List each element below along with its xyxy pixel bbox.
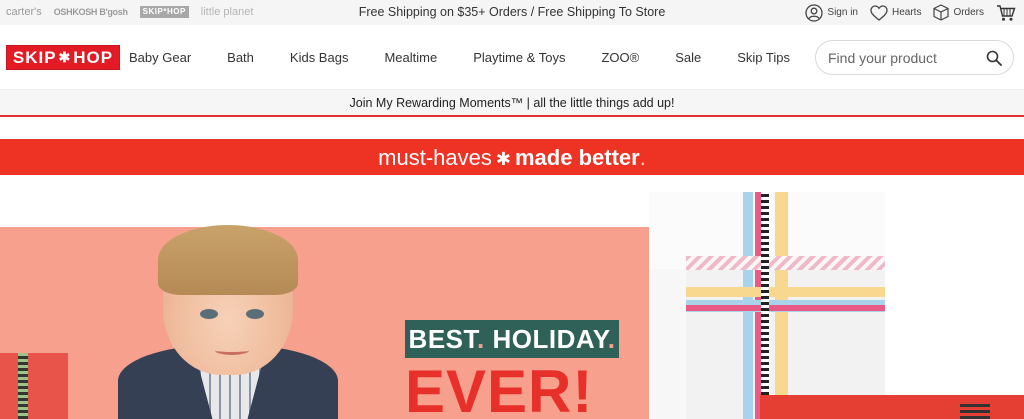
brand-switcher: carter's OSHKOSH B'gosh SKIP*HOP little …: [6, 4, 253, 20]
shipping-promo[interactable]: Free Shipping on $35+ Orders / Free Ship…: [300, 0, 724, 25]
rewards-strip[interactable]: Join My Rewarding Moments™ | all the lit…: [0, 90, 1024, 117]
brand-link-carters[interactable]: carter's: [6, 4, 42, 20]
search-input[interactable]: [828, 49, 978, 67]
box-icon: [933, 4, 950, 21]
nav-item-baby-gear[interactable]: Baby Gear: [129, 50, 191, 65]
banner-dot: .: [639, 145, 646, 170]
hearts-link[interactable]: Hearts: [870, 4, 922, 21]
banner-text-madebetter: made better: [514, 145, 640, 170]
brand-link-oshkosh[interactable]: OSHKOSH B'gosh: [54, 4, 128, 20]
heart-icon: [870, 4, 888, 21]
hero-gift-box-right: [649, 192, 885, 419]
hero-section[interactable]: BEST. HOLIDAY. EVER!: [0, 175, 1024, 419]
signin-link[interactable]: Sign in: [805, 3, 858, 22]
hero-gift-box-left: [0, 353, 68, 419]
hero-dot-2: .: [607, 324, 616, 354]
cart-icon[interactable]: [996, 4, 1016, 22]
banner-star: ✱: [495, 149, 511, 169]
main-nav: Baby Gear Bath Kids Bags Mealtime Playti…: [129, 25, 826, 90]
search-box: [815, 40, 1014, 75]
hearts-label: Hearts: [891, 7, 922, 18]
user-icon: [805, 3, 824, 22]
nav-item-skip-tips[interactable]: Skip Tips: [737, 50, 790, 65]
orders-link[interactable]: Orders: [933, 4, 984, 21]
logo-star: ✱: [58, 49, 72, 65]
logo-text-right: HOP: [73, 47, 114, 67]
promo-banner[interactable]: must-haves ✱ made better.: [0, 139, 1024, 175]
nav-item-playtime-toys[interactable]: Playtime & Toys: [473, 50, 565, 65]
signin-label: Sign in: [827, 7, 858, 18]
hero-baby-smile: [215, 346, 249, 355]
account-links: Sign in Hearts Orders: [805, 0, 1016, 25]
banner-text-musthaves: must-haves: [378, 145, 492, 170]
nav-item-sale[interactable]: Sale: [675, 50, 701, 65]
hero-headline-best-holiday: BEST. HOLIDAY.: [405, 320, 619, 358]
hero-word-holiday: HOLIDAY: [484, 324, 608, 354]
nav-item-mealtime[interactable]: Mealtime: [384, 50, 437, 65]
hero-headline-ever: EVER!: [405, 358, 594, 419]
hero-baby-eye-left: [200, 309, 218, 319]
utility-bar: carter's OSHKOSH B'gosh SKIP*HOP little …: [0, 0, 1024, 25]
orders-label: Orders: [953, 7, 984, 18]
hero-baby-eye-right: [246, 309, 264, 319]
logo-text-left: SKIP: [12, 47, 57, 67]
brand-link-little-planet[interactable]: little planet: [201, 4, 254, 20]
search-icon[interactable]: [986, 50, 1002, 66]
hero-baby-hair: [158, 225, 298, 295]
nav-item-kids-bags[interactable]: Kids Bags: [290, 50, 349, 65]
nav-item-bath[interactable]: Bath: [227, 50, 254, 65]
nav-item-zoo[interactable]: ZOO®: [601, 50, 639, 65]
skiphop-logo[interactable]: SKIP ✱ HOP: [6, 45, 120, 70]
hero-gift-ribbon-bottom: [960, 403, 990, 419]
main-header: SKIP ✱ HOP Baby Gear Bath Kids Bags Meal…: [0, 25, 1024, 90]
hero-word-best: BEST: [408, 324, 478, 354]
brand-link-skiphop[interactable]: SKIP*HOP: [139, 6, 189, 18]
hero-dot-1: .: [477, 324, 485, 354]
